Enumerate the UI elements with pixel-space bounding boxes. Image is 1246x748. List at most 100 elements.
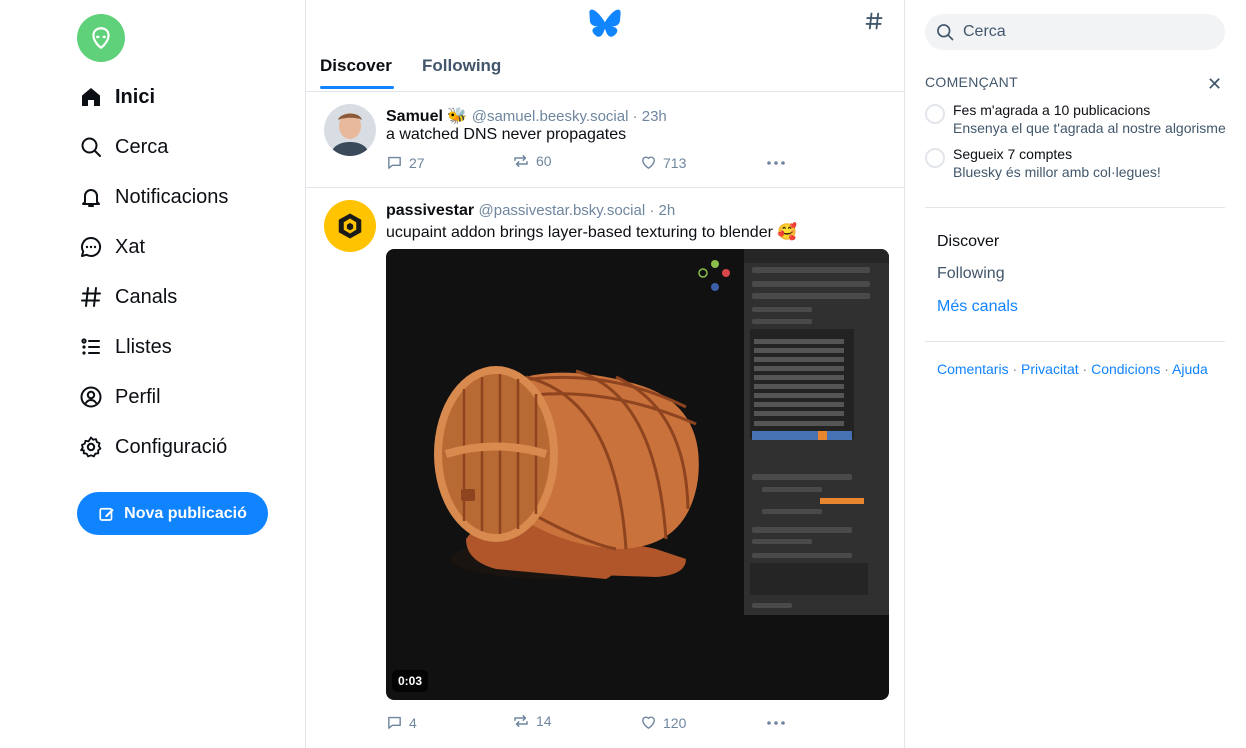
more-options-button[interactable]: [766, 714, 786, 731]
user-icon: [79, 385, 103, 409]
ellipsis-icon: [767, 721, 785, 725]
reply-count: 4: [409, 714, 417, 731]
nav-label: Xat: [115, 235, 146, 258]
tab-discover[interactable]: Discover: [320, 56, 392, 76]
repost-button[interactable]: 14: [512, 712, 552, 730]
reply-count: 27: [409, 154, 425, 171]
ellipsis-icon: [767, 161, 785, 165]
nav-feeds[interactable]: Canals: [79, 277, 177, 317]
task-title: Fes m'agrada a 10 publicacions: [953, 102, 1151, 118]
nav-home[interactable]: Inici: [79, 77, 155, 117]
edit-icon: [99, 507, 114, 521]
post-text: ucupaint addon brings layer-based textur…: [386, 224, 798, 241]
more-feeds-link[interactable]: Més canals: [937, 298, 1018, 316]
author-name[interactable]: Samuel 🐝: [386, 108, 467, 125]
task-item[interactable]: Segueix 7 comptes Bluesky és millor amb …: [925, 146, 1245, 186]
repost-icon: [514, 155, 528, 167]
left-sidebar: Inici Cerca Notificacions Xat Canals Lli…: [0, 0, 305, 748]
getting-started-title: COMENÇANT: [925, 74, 1018, 90]
search-input[interactable]: Cerca: [925, 14, 1225, 50]
footer-links: Comentaris · Privacitat · Condicions · A…: [937, 358, 1217, 380]
like-count: 713: [663, 154, 687, 171]
hash-icon: [79, 285, 103, 309]
reply-button[interactable]: 4: [386, 714, 417, 731]
task-description: Ensenya el que t'agrada al nostre algori…: [953, 120, 1226, 136]
progress-ring-icon: [925, 104, 945, 124]
post-actions: 4 14 120: [386, 712, 806, 734]
post-header: Samuel 🐝 @samuel.beesky.social · 23h: [386, 106, 667, 126]
repost-count: 14: [536, 713, 552, 729]
nav-label: Cerca: [115, 135, 169, 158]
author-avatar[interactable]: [324, 104, 376, 156]
bell-icon: [79, 185, 103, 209]
help-link[interactable]: Ajuda: [1172, 361, 1208, 377]
feed-link-following[interactable]: Following: [937, 265, 1005, 283]
nav-label: Canals: [115, 285, 178, 308]
barrel-render-image: [434, 249, 889, 615]
new-post-label: Nova publicació: [124, 504, 247, 522]
heart-icon: [642, 156, 655, 169]
post[interactable]: passivestar @passivestar.bsky.social · 2…: [306, 188, 904, 748]
feedback-link[interactable]: Comentaris: [937, 361, 1009, 377]
bluesky-logo-icon[interactable]: [589, 9, 621, 37]
home-icon: [79, 85, 103, 109]
progress-ring-icon: [925, 148, 945, 168]
separator: ·: [1012, 361, 1018, 377]
divider: [925, 341, 1225, 342]
author-handle[interactable]: @passivestar.bsky.social · 2h: [479, 202, 676, 219]
person-avatar-icon: [324, 104, 376, 156]
reply-icon: [388, 716, 401, 729]
nav-search[interactable]: Cerca: [79, 127, 168, 167]
active-tab-indicator: [320, 86, 394, 89]
right-sidebar: Cerca COMENÇANT ✕ Fes m'agrada a 10 publ…: [905, 0, 1246, 748]
nav-lists[interactable]: Llistes: [79, 327, 172, 367]
feed-header: Discover Following: [306, 0, 904, 92]
gear-icon: [79, 435, 103, 459]
feeds-hash-icon[interactable]: [864, 11, 884, 37]
nav-label: Llistes: [115, 335, 172, 358]
feed-link-discover[interactable]: Discover: [937, 233, 999, 251]
cube-logo-icon: [338, 213, 362, 239]
nav-settings[interactable]: Configuració: [79, 427, 227, 467]
tab-following[interactable]: Following: [422, 56, 501, 76]
divider: [925, 207, 1225, 208]
separator: ·: [1082, 361, 1088, 377]
search-icon: [79, 135, 103, 159]
repost-count: 60: [536, 153, 552, 169]
nav-chat[interactable]: Xat: [79, 227, 145, 267]
close-icon[interactable]: ✕: [1207, 74, 1222, 95]
post-header: passivestar @passivestar.bsky.social · 2…: [386, 202, 675, 220]
reply-button[interactable]: 27: [386, 154, 425, 171]
author-name[interactable]: passivestar: [386, 202, 474, 219]
like-button[interactable]: 713: [640, 154, 686, 171]
list-icon: [79, 335, 103, 359]
task-title: Segueix 7 comptes: [953, 146, 1073, 162]
video-timestamp: 0:03: [392, 670, 429, 692]
author-avatar[interactable]: [324, 200, 376, 252]
user-avatar[interactable]: [77, 14, 125, 62]
video-player[interactable]: 0:03: [386, 249, 889, 700]
nav-notifications[interactable]: Notificacions: [79, 177, 228, 217]
post-actions: 27 60 713: [386, 152, 806, 174]
search-placeholder: Cerca: [963, 23, 1006, 40]
alien-avatar-icon: [92, 27, 110, 50]
feed-column: Discover Following Samuel 🐝 @samuel.bees…: [305, 0, 905, 748]
repost-button[interactable]: 60: [512, 152, 552, 170]
task-description: Bluesky és millor amb col·legues!: [953, 164, 1161, 180]
separator: ·: [1164, 361, 1169, 377]
privacy-link[interactable]: Privacitat: [1021, 361, 1079, 377]
task-item[interactable]: Fes m'agrada a 10 publicacions Ensenya e…: [925, 102, 1245, 142]
like-button[interactable]: 120: [640, 714, 686, 731]
search-icon: [937, 24, 954, 41]
nav-profile[interactable]: Perfil: [79, 377, 161, 417]
terms-link[interactable]: Condicions: [1091, 361, 1160, 377]
nav-label: Notificacions: [115, 185, 229, 208]
author-handle[interactable]: @samuel.beesky.social · 23h: [472, 108, 667, 125]
chat-icon: [79, 235, 103, 259]
post-text: a watched DNS never propagates: [386, 126, 627, 143]
more-options-button[interactable]: [766, 154, 786, 171]
repost-icon: [514, 715, 528, 727]
new-post-button[interactable]: Nova publicació: [77, 492, 268, 535]
post[interactable]: Samuel 🐝 @samuel.beesky.social · 23h a w…: [306, 92, 904, 188]
nav-label: Perfil: [115, 385, 161, 408]
